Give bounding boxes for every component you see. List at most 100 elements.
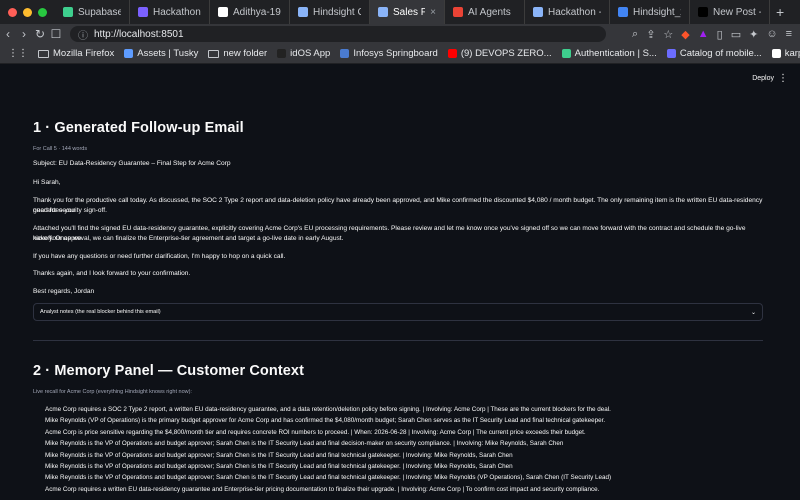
email-paragraph-1b: need for security sign-off. (33, 207, 107, 214)
minimize-window-button[interactable] (23, 7, 32, 17)
memory-item: Acme Corp requires a written EU data-res… (45, 484, 775, 495)
memory-item: Mike Reynolds is the VP of Operations an… (45, 450, 775, 461)
bookmark-item[interactable]: Mozilla Firefox (38, 48, 114, 59)
forward-icon[interactable]: › (16, 27, 32, 41)
tab-label: Supabase (78, 6, 121, 18)
brave-shield-icon[interactable]: ◆ (681, 28, 689, 41)
browser-tab[interactable]: New Post - DEV (690, 0, 770, 24)
close-tab-icon[interactable]: × (430, 7, 436, 18)
profile-icon[interactable]: ☺ (766, 28, 777, 41)
github-icon (771, 49, 781, 58)
browser-tab[interactable]: Hindsight_x_Ca (610, 0, 690, 24)
browser-tab[interactable]: Adithya-1987/Sal (210, 0, 290, 24)
idos-icon (277, 49, 287, 58)
memory-list: Acme Corp requires a SOC 2 Type 2 report… (33, 404, 775, 495)
browser-tab[interactable]: Sales Follow- × (370, 0, 445, 24)
analyst-notes-expander[interactable]: Analyst notes (the real blocker behind t… (33, 303, 763, 321)
bookmark-label: Mozilla Firefox (53, 48, 115, 59)
bookmark-label: Authentication | S... (574, 48, 657, 59)
tab-label: Sales Follow- (393, 6, 425, 18)
memory-item: Mike Reynolds is the VP of Operations an… (45, 472, 775, 483)
sales-icon (378, 7, 388, 17)
bookmark-label: Infosys Springboard (353, 48, 438, 59)
bookmark-label: Assets | Tusky (137, 48, 199, 59)
maximize-window-button[interactable] (38, 7, 47, 17)
bookmark-item[interactable]: new folder (208, 48, 267, 59)
app-menu-icon[interactable]: ⋮ (778, 73, 788, 84)
supabase-icon (63, 7, 73, 17)
address-bar[interactable]: ⓘ http://localhost:8501 (70, 26, 606, 42)
bookmark-item[interactable]: Catalog of mobile... (666, 48, 762, 59)
tab-label: Hackathon - Fina (548, 6, 601, 18)
deploy-button[interactable]: Deploy (752, 75, 774, 82)
memory-caption: Live recall for Acme Corp (everything Hi… (33, 389, 192, 395)
chevron-down-icon: ⌄ (750, 309, 756, 316)
browser-tab[interactable]: Hindsight Cloud (290, 0, 370, 24)
bookmark-item[interactable]: idOS App (277, 48, 330, 59)
share-icon[interactable]: ⇪ (646, 28, 655, 41)
url-text: http://localhost:8501 (94, 28, 184, 40)
bookmarks-bar: ⋮⋮ Mozilla Firefox Assets | Tusky new fold… (0, 44, 800, 64)
bookmark-icon[interactable]: ☐ (48, 27, 64, 41)
wallet-icon[interactable]: ▭ (731, 28, 741, 41)
email-paragraph-2b: have your approval, we can finalize the … (33, 235, 344, 242)
zoom-icon[interactable]: ⌕ (632, 28, 638, 41)
bookmark-item[interactable]: Authentication | S... (561, 48, 657, 59)
bookmark-item[interactable]: karpathy/nanoGPT... (771, 48, 800, 59)
tab-label: Hindsight Cloud (313, 6, 361, 18)
hackathon2-icon (533, 7, 543, 17)
star-icon[interactable]: ☆ (663, 28, 673, 41)
email-signoff: Best regards, Jordan (33, 288, 95, 295)
bookmark-label: Catalog of mobile... (679, 48, 762, 59)
doc-icon (618, 7, 628, 17)
email-paragraph-4: Thanks again, and I look forward to your… (33, 270, 191, 277)
app-page: Deploy ⋮ 1 · Generated Follow-up Email F… (0, 65, 800, 500)
tab-list: Supabase Hackathon AI ag Adithya-1987/Sal H… (55, 0, 770, 24)
toolbar-icons: ⌕ ⇪ ☆ ◆ ▲ ▯ ▭ ✦ ☺ ≡ (632, 28, 800, 41)
bookmark-label: new folder (223, 48, 268, 59)
sidebar-icon[interactable]: ▯ (717, 28, 723, 41)
tusky-icon (124, 49, 134, 58)
new-tab-button[interactable]: + (770, 4, 790, 20)
memory-item: Acme Corp is price sensitive regarding t… (45, 427, 775, 438)
close-window-button[interactable] (8, 7, 17, 17)
memory-item: Acme Corp requires a SOC 2 Type 2 report… (45, 404, 775, 415)
browser-tab[interactable]: Hackathon - Fina (525, 0, 610, 24)
memory-item: Mike Reynolds (VP of Operations) is the … (45, 415, 775, 426)
bookmark-item[interactable]: (9) DEVOPS ZERO... (447, 48, 552, 59)
site-info-icon[interactable]: ⓘ (78, 27, 88, 42)
agents-icon (453, 7, 463, 17)
section-email: 1 · Generated Follow-up Email (33, 120, 763, 136)
bookmark-item[interactable]: Assets | Tusky (124, 48, 198, 59)
infosys-icon (340, 49, 350, 58)
memory-item: Mike Reynolds is the VP of Operations an… (45, 438, 775, 449)
folder-icon (38, 49, 49, 58)
folder-icon (208, 49, 220, 58)
youtube-icon (447, 49, 457, 58)
extensions-icon[interactable]: ✦ (749, 28, 758, 41)
email-greeting: Hi Sarah, (33, 179, 61, 186)
back-icon[interactable]: ‹ (0, 27, 16, 41)
bookmark-label: (9) DEVOPS ZERO... (460, 48, 552, 59)
browser-tab[interactable]: Hackathon AI ag (130, 0, 210, 24)
browser-tab-strip: Supabase Hackathon AI ag Adithya-1987/Sal H… (0, 0, 800, 24)
tab-label: AI Agents (468, 6, 511, 18)
menu-icon[interactable]: ≡ (786, 28, 792, 41)
section-divider (33, 340, 763, 341)
tab-label: Hackathon AI ag (153, 6, 201, 18)
bookmark-item[interactable]: Infosys Springboard (340, 48, 438, 59)
window-controls (0, 7, 55, 17)
expander-label: Analyst notes (the real blocker behind t… (40, 309, 161, 315)
rewards-icon[interactable]: ▲ (698, 28, 709, 41)
browser-tab[interactable]: Supabase (55, 0, 130, 24)
catalog-icon (666, 49, 676, 58)
section-2-title: 2 · Memory Panel — Customer Context (33, 363, 304, 379)
reload-icon[interactable]: ↻ (32, 27, 48, 41)
browser-tab[interactable]: AI Agents (445, 0, 525, 24)
github-icon (218, 7, 228, 17)
dev-icon (698, 7, 708, 17)
apps-grid-icon[interactable]: ⋮⋮ (8, 48, 28, 59)
bookmark-label: idOS App (290, 48, 331, 59)
section-1-title: 1 · Generated Follow-up Email (33, 120, 244, 136)
tab-label: New Post - DEV (713, 6, 761, 18)
